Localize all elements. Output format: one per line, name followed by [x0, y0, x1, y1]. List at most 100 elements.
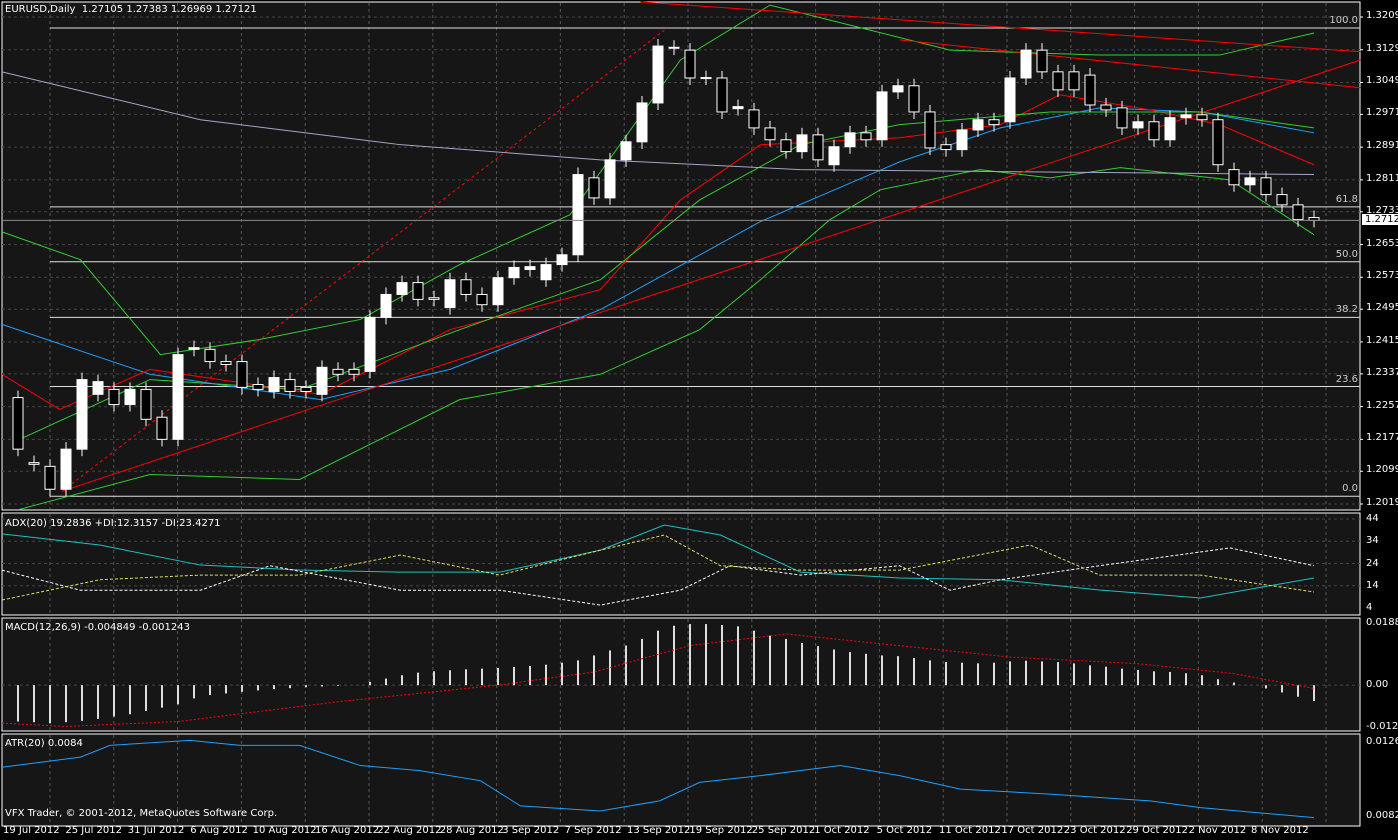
candle-body: [300, 386, 312, 392]
candle-body: [1260, 177, 1272, 196]
price-axis-label: 1.30490: [1366, 75, 1398, 87]
candle-body: [1084, 74, 1096, 106]
candle-body: [348, 368, 360, 375]
price-axis-label: 1.32090: [1366, 10, 1398, 21]
candle-body: [940, 144, 952, 151]
candle-body: [188, 347, 200, 350]
candle-body: [1036, 49, 1048, 73]
date-axis-label: 3 Sep 2012: [502, 825, 560, 836]
candle-body: [1164, 117, 1176, 141]
candle-body: [1116, 107, 1128, 129]
price-axis-label: 1.21770: [1366, 432, 1398, 444]
candle-body: [220, 361, 232, 365]
candle-body: [28, 462, 40, 465]
chart-canvas: [1, 1, 1363, 827]
candle-body: [524, 266, 536, 271]
date-axis-label: 25 Sep 2012: [751, 825, 816, 836]
candle-body: [604, 159, 616, 199]
date-axis-label: 17 Oct 2012: [1001, 825, 1064, 836]
atr-axis-label: 0.0082: [1366, 810, 1398, 821]
date-axis-label: 11 Oct 2012: [939, 825, 1001, 836]
candle-body: [892, 85, 904, 93]
adx-axis-label: 44: [1366, 513, 1379, 524]
candle-body: [1212, 119, 1224, 166]
macd-axis-label: 0.00: [1366, 679, 1389, 691]
candle-body: [236, 361, 248, 388]
candle-body: [1100, 104, 1112, 111]
candle-body: [508, 266, 520, 279]
candle-body: [108, 388, 120, 406]
price-axis-label: 1.24150: [1366, 334, 1398, 346]
candle-body: [988, 119, 1000, 126]
candle-body: [908, 85, 920, 113]
date-axis-label: 19 Jul 2012: [3, 825, 60, 836]
candle-body: [1228, 169, 1240, 186]
price-axis-label: 1.29710: [1366, 107, 1398, 119]
price-axis-label: 1.26530: [1366, 237, 1398, 249]
date-axis-label: 22 Aug 2012: [377, 825, 442, 836]
date-axis-label: 16 Aug 2012: [315, 825, 380, 836]
candle-body: [764, 127, 776, 141]
pane-2: [1, 617, 1361, 732]
candle-body: [284, 379, 296, 392]
candle-body: [444, 279, 456, 309]
candle-body: [1180, 114, 1192, 119]
candle-body: [268, 377, 280, 392]
candle-body: [316, 366, 328, 395]
macd-axis-label: 0.018819: [1366, 617, 1398, 628]
price-axis-label: 1.20190: [1366, 497, 1398, 508]
candle-body: [492, 277, 504, 306]
pane-0: [1, 1, 1361, 511]
candle-body: [684, 49, 696, 79]
candle-body: [460, 279, 472, 295]
chart-title: EURUSD,Daily 1.27105 1.27383 1.26969 1.2…: [5, 4, 257, 15]
candle-body: [732, 106, 744, 110]
candle-body: [1276, 194, 1288, 206]
candle-body: [364, 316, 376, 372]
candle-body: [652, 45, 664, 104]
candle-body: [1052, 71, 1064, 91]
candle-body: [1244, 177, 1256, 186]
candle-body: [812, 134, 824, 161]
price-axis-label: 1.25730: [1366, 270, 1398, 282]
candle-body: [252, 384, 264, 390]
candle-body: [172, 354, 184, 440]
date-axis-label: 8 Nov 2012: [1251, 825, 1309, 836]
fib-level-label: 38.2: [1335, 304, 1358, 316]
adx-axis-label: 4: [1366, 602, 1373, 613]
candle-body: [572, 174, 584, 256]
candle-body: [972, 119, 984, 131]
date-axis-label: 1 Oct 2012: [814, 825, 870, 836]
date-axis-label: 28 Aug 2012: [439, 825, 504, 836]
fib-level-label: 23.6: [1335, 373, 1358, 385]
candle-body: [380, 293, 392, 318]
candle-body: [156, 416, 168, 440]
fib-level-label: 100.0: [1329, 15, 1358, 27]
candle-body: [428, 297, 440, 300]
macd-title: MACD(12,26,9) -0.004849 -0.001243: [5, 622, 190, 633]
atr-title: ATR(20) 0.0084: [5, 738, 83, 749]
candle-body: [924, 111, 936, 149]
candle-body: [1068, 71, 1080, 91]
candle-body: [796, 134, 808, 153]
date-axis-label: 10 Aug 2012: [252, 825, 317, 836]
adx-axis-label: 14: [1366, 579, 1379, 591]
candle-body: [1292, 204, 1304, 221]
fib-level-label: 61.8: [1335, 193, 1358, 205]
candle-body: [956, 129, 968, 151]
candle-body: [780, 139, 792, 153]
date-axis-label: 13 Sep 2012: [627, 825, 691, 836]
candle-body: [332, 368, 344, 375]
candle-body: [556, 254, 568, 266]
date-axis-label: 19 Sep 2012: [689, 825, 753, 836]
candle-body: [76, 379, 88, 450]
candle-body: [876, 91, 888, 141]
price-axis-label: 1.28910: [1366, 140, 1398, 152]
candle-body: [636, 102, 648, 143]
candle-body: [476, 293, 488, 306]
candle-body: [396, 282, 408, 295]
date-axis-label: 23 Oct 2012: [1063, 825, 1126, 836]
candle-body: [620, 141, 632, 161]
candle-body: [412, 282, 424, 300]
price-axis-label: 1.31290: [1366, 42, 1398, 54]
